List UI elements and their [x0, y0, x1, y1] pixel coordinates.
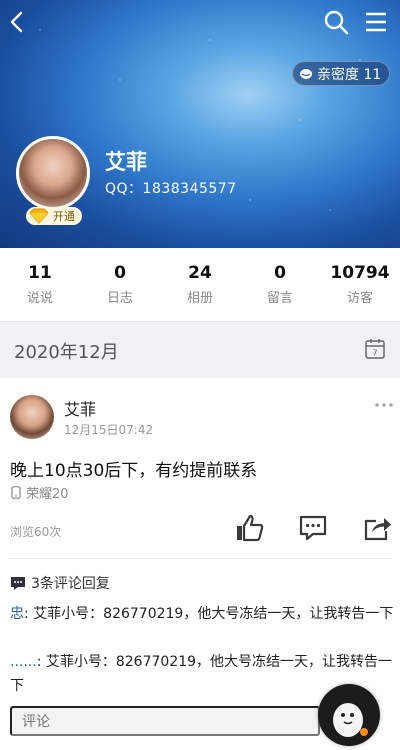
stat-album[interactable]: 24 相册	[160, 248, 240, 321]
profile-header: 亲密度 11 开通 艾菲 QQ：1838345577	[0, 0, 400, 248]
comment-text: : 艾菲小号：826770219，他大号冻结一天，让我转告一下	[24, 606, 394, 622]
commenter-name[interactable]: ......	[10, 654, 37, 670]
comment-bubble-icon	[11, 576, 25, 590]
post-text: 晚上10点30后下，有约提前联系	[10, 461, 258, 481]
vip-badge[interactable]: 开通	[26, 207, 82, 225]
floating-assistant-button[interactable]	[318, 684, 380, 746]
search-icon[interactable]	[322, 8, 350, 36]
view-count: 浏览60次	[10, 525, 62, 539]
intimacy-badge[interactable]: 亲密度 11	[292, 61, 391, 86]
heart-icon	[300, 68, 312, 79]
stat-label: 相册	[186, 291, 213, 306]
stat-label: 日志	[106, 291, 133, 306]
comment-section-header[interactable]: 3条评论回复	[10, 573, 110, 593]
vip-label: 开通	[53, 210, 75, 223]
comment-icon[interactable]	[298, 514, 328, 542]
phone-icon	[11, 486, 21, 499]
calendar-icon[interactable]: 7	[364, 338, 386, 360]
post-author[interactable]: 艾菲	[64, 396, 96, 420]
stat-value: 0	[114, 263, 126, 283]
stat-blog[interactable]: 0 日志	[80, 248, 160, 321]
profile-name: 艾菲	[105, 150, 147, 174]
post-device: 荣耀20	[10, 483, 69, 502]
profile-avatar[interactable]	[16, 136, 90, 210]
share-icon[interactable]	[362, 514, 392, 542]
post-card: 艾菲 12月15日07:42 晚上10点30后下，有约提前联系 荣耀20 浏览6…	[0, 378, 400, 736]
back-arrow-icon[interactable]	[4, 8, 32, 36]
stat-value: 11	[28, 263, 52, 283]
stat-shuoshuo[interactable]: 11 说说	[0, 248, 80, 321]
stat-visitors[interactable]: 10794 访客	[320, 248, 400, 321]
timeline-month-bar: 2020年12月 7	[0, 321, 400, 379]
stat-value: 0	[274, 263, 286, 283]
divider	[10, 558, 390, 559]
stat-value: 10794	[330, 263, 390, 283]
stat-label: 说说	[26, 291, 53, 306]
thumbs-up-icon[interactable]	[234, 514, 264, 542]
timeline-month: 2020年12月	[14, 342, 119, 363]
stat-label: 访客	[346, 291, 373, 306]
stats-bar: 11 说说 0 日志 24 相册 0 留言 10794 访客	[0, 248, 400, 321]
stat-messages[interactable]: 0 留言	[240, 248, 320, 321]
profile-qq-number: QQ：1838345577	[105, 181, 237, 197]
calendar-day: 7	[372, 349, 377, 358]
comment-input[interactable]	[10, 706, 320, 736]
diamond-icon	[29, 208, 49, 224]
mascot-icon	[333, 703, 368, 737]
stat-value: 24	[188, 263, 212, 283]
commenter-name[interactable]: 忠	[10, 606, 24, 622]
menu-icon[interactable]	[362, 8, 390, 36]
comment-item[interactable]: 忠: 艾菲小号：826770219，他大号冻结一天，让我转告一下	[10, 602, 394, 626]
post-time: 12月15日07:42	[64, 423, 154, 437]
comment-count: 3条评论回复	[31, 576, 110, 592]
more-options-icon[interactable]	[374, 400, 394, 410]
stat-label: 留言	[266, 291, 293, 306]
post-avatar[interactable]	[10, 395, 54, 439]
device-name: 荣耀20	[26, 487, 69, 502]
intimacy-label: 亲密度 11	[317, 66, 382, 83]
